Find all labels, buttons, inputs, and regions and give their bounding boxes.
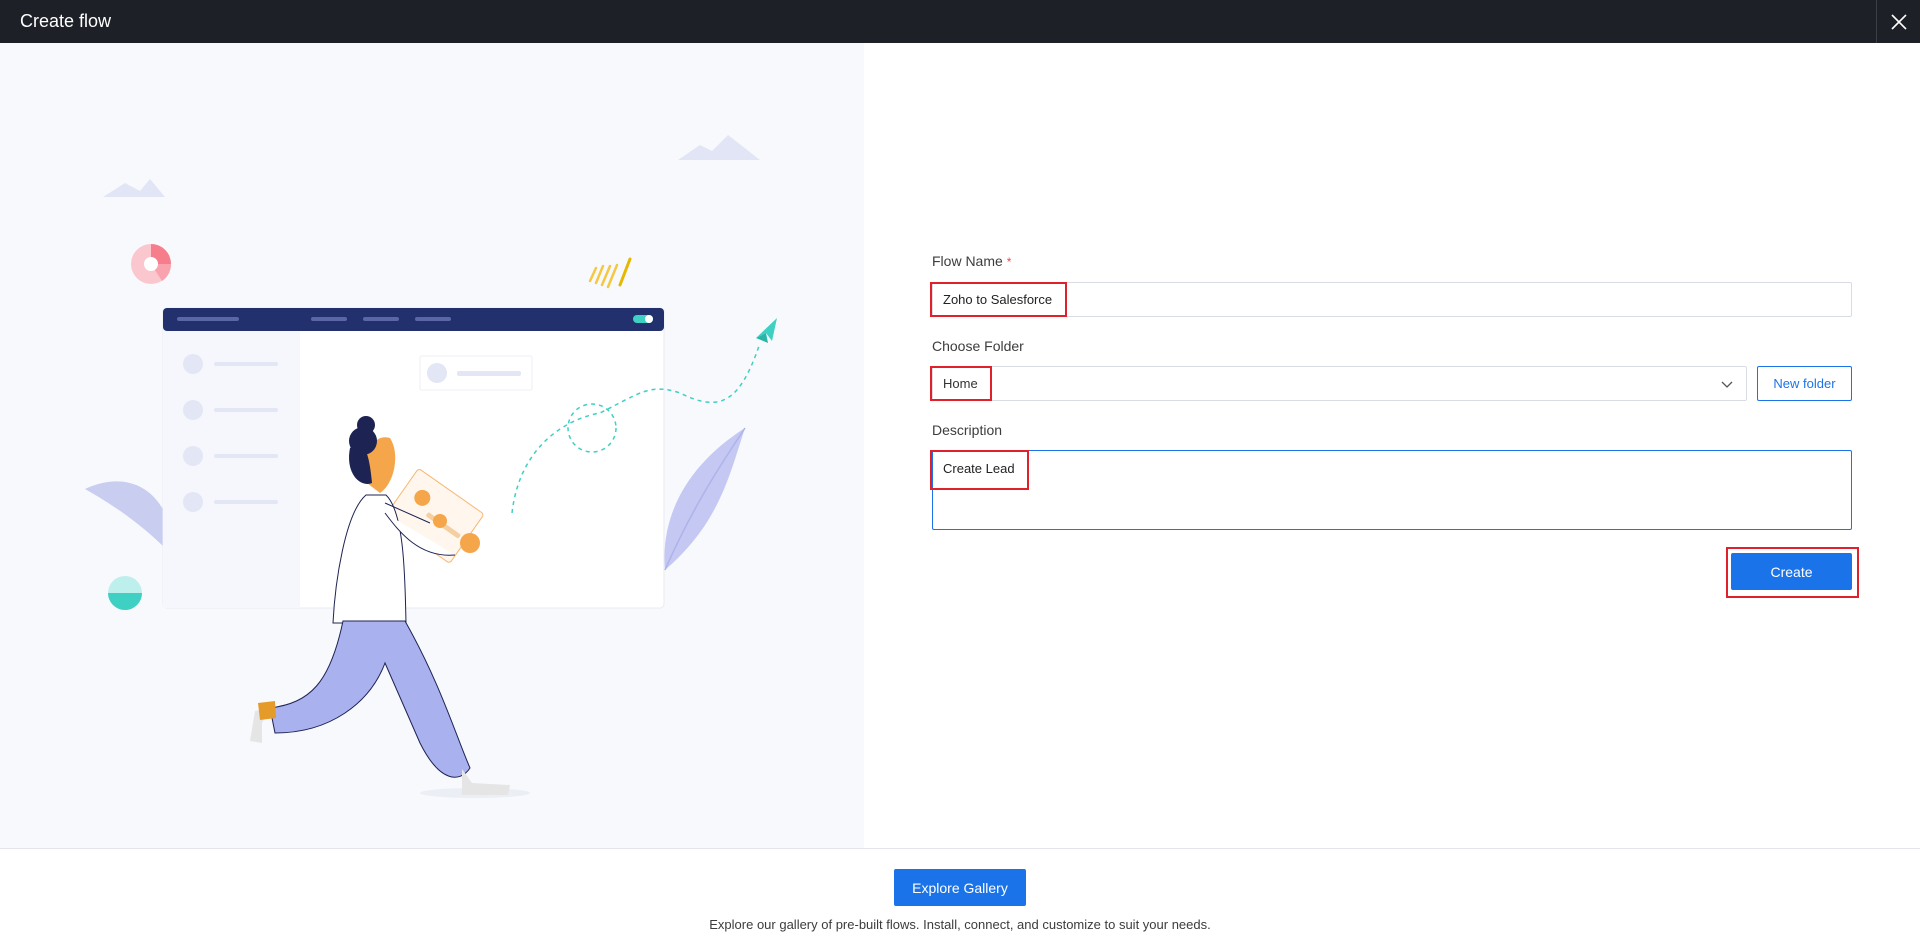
dialog-title: Create flow — [20, 11, 112, 31]
folder-select[interactable]: Home — [932, 366, 1747, 401]
description-textarea[interactable]: Create Lead — [932, 450, 1852, 530]
close-icon — [1890, 13, 1907, 30]
flow-name-label-row: Flow Name * — [932, 253, 1011, 269]
description-value: Create Lead — [943, 461, 1015, 476]
flow-name-input[interactable] — [932, 282, 1852, 317]
close-button[interactable] — [1876, 0, 1920, 43]
dialog-footer: Explore Gallery Explore our gallery of p… — [0, 848, 1920, 951]
create-button[interactable]: Create — [1731, 553, 1852, 590]
new-folder-button[interactable]: New folder — [1757, 366, 1852, 401]
description-label: Description — [932, 422, 1003, 438]
dialog-titlebar: Create flow — [0, 0, 1920, 43]
required-mark: * — [1006, 255, 1012, 269]
explore-description: Explore our gallery of pre-built flows. … — [709, 917, 1211, 932]
folder-label: Choose Folder — [932, 338, 1024, 354]
illustration-panel — [0, 43, 864, 848]
flow-name-label: Flow Name * — [932, 253, 1011, 269]
flow-name-label-text: Flow Name — [932, 253, 1003, 269]
explore-gallery-button[interactable]: Explore Gallery — [894, 869, 1026, 906]
chevron-down-icon — [1721, 381, 1733, 388]
flow-illustration — [85, 135, 777, 798]
folder-select-value: Home — [943, 376, 978, 391]
